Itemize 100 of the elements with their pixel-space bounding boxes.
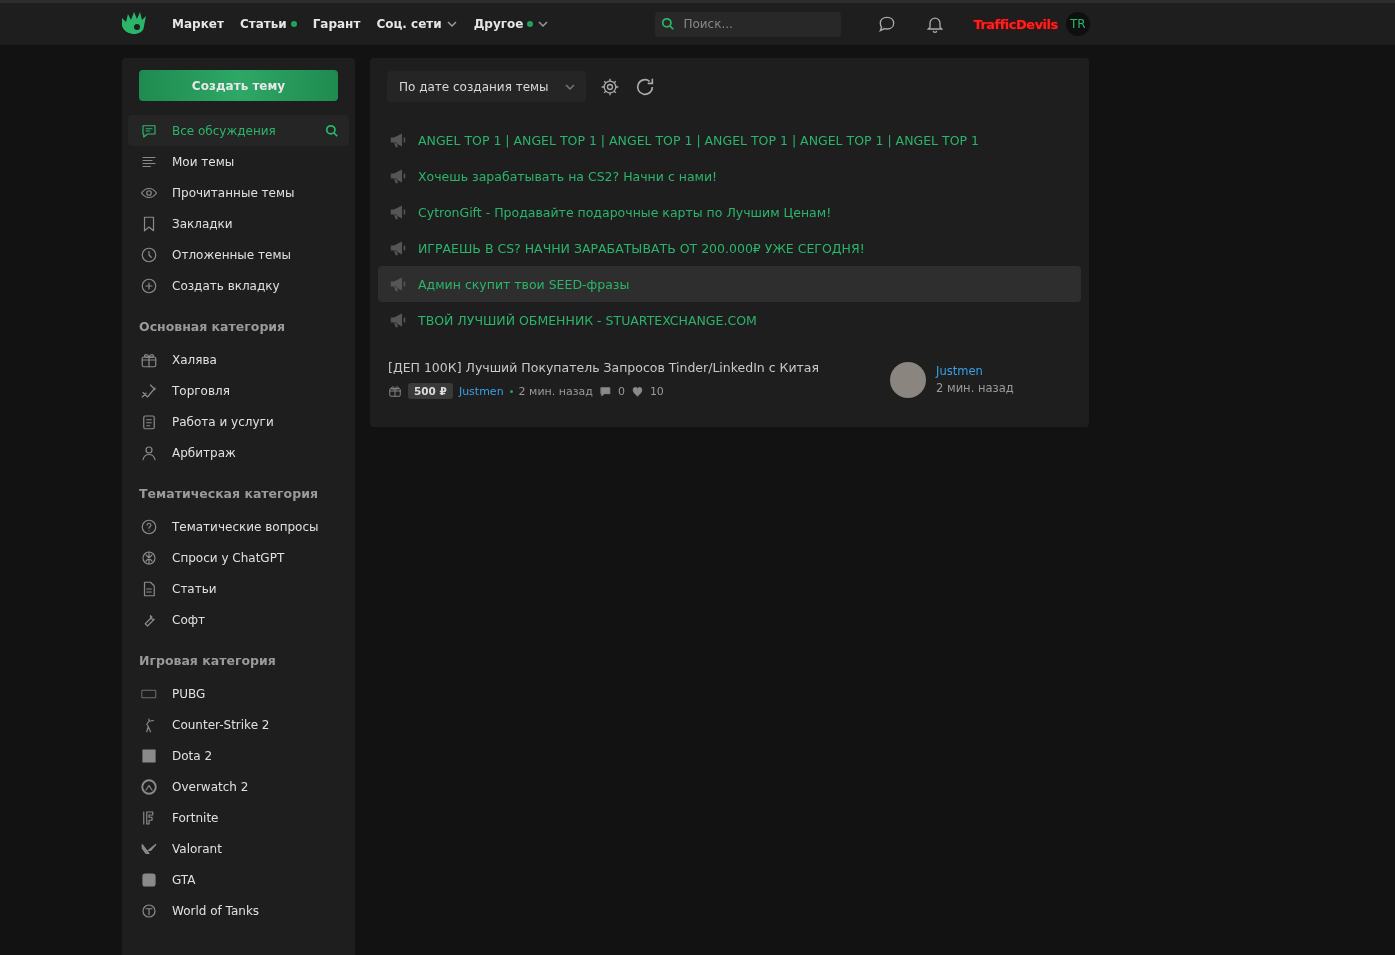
question-circle-icon [140, 517, 158, 536]
reply-count: 0 [617, 384, 625, 398]
sidebar-item[interactable]: Все обсуждения [128, 115, 349, 146]
gift-icon [388, 384, 402, 398]
sort-dropdown[interactable]: По дате создания темы [387, 71, 586, 102]
nav-link[interactable]: Статьи [239, 17, 297, 31]
nav-link[interactable]: Другое [473, 17, 550, 31]
announcement-link[interactable]: ANGEL TOP 1 | ANGEL TOP 1 | ANGEL TOP 1 | ANGEL TOP 1 | ANGEL TOP 1 | ANGEL TOP 1 [418, 132, 979, 148]
sidebar-item-label: Спроси у ChatGPT [172, 550, 285, 565]
announcement-row[interactable]: Админ скупит твои SEED-фразы [378, 266, 1081, 302]
sidebar-item[interactable]: PUBG [128, 678, 349, 709]
sidebar-item[interactable]: Спроси у ChatGPT [128, 542, 349, 573]
nav-link[interactable]: Маркет [172, 17, 224, 31]
sidebar-item[interactable]: Counter-Strike 2 [128, 709, 349, 740]
megaphone-icon [388, 312, 408, 328]
sidebar-item-label: Dota 2 [172, 748, 213, 763]
sidebar-item-label: Халява [172, 352, 217, 367]
sidebar-item-label: World of Tanks [172, 903, 260, 918]
sidebar-item[interactable]: Тематические вопросы [128, 511, 349, 542]
announcement-row[interactable]: ANGEL TOP 1 | ANGEL TOP 1 | ANGEL TOP 1 | ANGEL TOP 1 | ANGEL TOP 1 | ANGEL TOP 1 [378, 122, 1081, 158]
sidebar-item-label: Софт [172, 612, 205, 627]
announcement-link[interactable]: Админ скупит твои SEED-фразы [418, 276, 630, 292]
sidebar-item-label: Закладки [172, 216, 233, 231]
megaphone-icon [388, 168, 408, 184]
sidebar-item[interactable]: Софт [128, 604, 349, 635]
sidebar-item[interactable]: Valorant [128, 833, 349, 864]
status-dot-icon [527, 21, 534, 27]
section-heading: Тематическая категория [138, 485, 319, 503]
sidebar-item-label: Торговля [172, 383, 230, 398]
plus-circle-icon [140, 276, 158, 295]
sidebar-item[interactable]: GTA [128, 864, 349, 895]
sidebar-item[interactable]: Создать вкладку [128, 270, 349, 301]
nav-link[interactable]: Гарант [312, 17, 361, 31]
nav-link[interactable]: Соц. сети [376, 17, 458, 31]
person-icon [140, 443, 158, 462]
sidebar-item[interactable]: Прочитанные темы [128, 177, 349, 208]
announcement-link[interactable]: Хочешь зарабатывать на CS2? Начни с нами! [418, 168, 718, 184]
sidebar-item-label: Создать вкладку [172, 278, 280, 293]
thread-title[interactable]: [ДЕП 100К] Лучший Покупатель Запросов Tinder/LinkedIn с Китая [388, 360, 890, 375]
sidebar-item-label: Работа и услуги [172, 414, 274, 429]
username-link[interactable]: TrafficDevils [973, 16, 1058, 32]
heart-icon [630, 384, 644, 398]
sidebar-item[interactable]: Торговля [128, 375, 349, 406]
megaphone-icon [388, 276, 408, 292]
sidebar-item[interactable]: Статьи [128, 573, 349, 604]
user-avatar[interactable] [890, 361, 926, 398]
section-heading: Основная категория [138, 318, 287, 336]
last-post-time: 2 мин. назад [936, 381, 1015, 395]
author-link[interactable]: Justmen [936, 364, 1071, 378]
sidebar-item[interactable]: World of Tanks [128, 895, 349, 926]
sidebar-item[interactable]: Overwatch 2 [128, 771, 349, 802]
sidebar-item-label: Overwatch 2 [172, 779, 249, 794]
search-icon [661, 17, 676, 31]
sidebar-item-label: PUBG [172, 686, 206, 701]
megaphone-icon [388, 132, 408, 148]
sidebar-item-label: Valorant [172, 841, 222, 856]
user-avatar[interactable]: TR [1065, 12, 1090, 36]
sidebar-item[interactable]: Отложенные темы [128, 239, 349, 270]
sidebar-item[interactable]: Мои темы [128, 146, 349, 177]
megaphone-icon [388, 204, 408, 220]
sidebar-item-label: Статьи [172, 581, 217, 596]
settings-icon[interactable] [600, 76, 620, 97]
announcement-link[interactable]: CytronGift - Продавайте подарочные карты по Лучшим Ценам! [418, 204, 832, 220]
search-input[interactable]: Поиск... [681, 16, 826, 32]
sidebar-item[interactable]: Fortnite [128, 802, 349, 833]
caret-icon [445, 18, 458, 30]
announcement-link[interactable]: ТВОЙ ЛУЧШИЙ ОБМЕННИК - STUARTEXCHANGE.COM [418, 312, 757, 328]
comment-icon [598, 384, 612, 398]
announcement-row[interactable]: CytronGift - Продавайте подарочные карты по Лучшим Ценам! [378, 194, 1081, 230]
section-heading: Игровая категория [138, 652, 277, 670]
announcement-link[interactable]: ИГРАЕШЬ В CS? НАЧНИ ЗАРАБАТЫВАТЬ ОТ 200.000₽ УЖЕ СЕГОДНЯ! [418, 240, 865, 256]
search-field[interactable]: Поиск... [655, 11, 842, 37]
announcement-row[interactable]: ИГРАЕШЬ В CS? НАЧНИ ЗАРАБАТЫВАТЬ ОТ 200.000₽ УЖЕ СЕГОДНЯ! [378, 230, 1081, 266]
sidebar-item-label: Прочитанные темы [172, 185, 295, 200]
caret-icon [537, 18, 550, 30]
clock-icon [140, 245, 158, 264]
sidebar-item[interactable]: Закладки [128, 208, 349, 239]
sidebar-item[interactable]: Dota 2 [128, 740, 349, 771]
separator-dot-icon [509, 389, 513, 393]
thread-time: 2 мин. назад [518, 384, 593, 398]
sidebar-item-label: Все обсуждения [172, 123, 276, 138]
announcement-row[interactable]: ТВОЙ ЛУЧШИЙ ОБМЕННИК - STUARTEXCHANGE.COM [378, 302, 1081, 338]
sidebar-item-label: Арбитраж [172, 445, 236, 460]
author-link[interactable]: Justmen [458, 384, 504, 398]
sidebar-item[interactable]: Работа и услуги [128, 406, 349, 437]
sidebar-item-label: Тематические вопросы [172, 519, 319, 534]
megaphone-icon [388, 240, 408, 256]
status-dot-icon [290, 21, 297, 27]
sidebar-item-label: Fortnite [172, 810, 219, 825]
sidebar-item-label: Отложенные темы [172, 247, 291, 262]
like-count: 10 [649, 384, 664, 398]
sidebar-item[interactable]: Арбитраж [128, 437, 349, 468]
sidebar-item-label: GTA [172, 872, 196, 887]
clipboard-icon [140, 412, 158, 431]
search-icon[interactable] [325, 123, 339, 138]
sidebar-item[interactable]: Халява [128, 344, 349, 375]
announcement-row[interactable]: Хочешь зарабатывать на CS2? Начни с нами! [378, 158, 1081, 194]
prize-badge: 500 ₽ [408, 383, 453, 399]
sidebar-item-label: Мои темы [172, 154, 235, 169]
sidebar-item-label: Counter-Strike 2 [172, 717, 270, 732]
